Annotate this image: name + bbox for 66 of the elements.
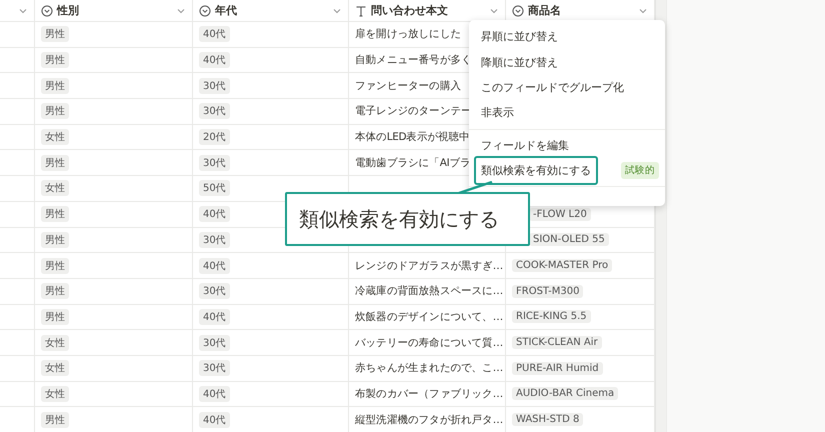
column-title: 性別	[57, 3, 79, 18]
product-tag: RICE-KING 5.5	[512, 310, 591, 324]
callout-label: 類似検索を有効にする	[285, 192, 530, 246]
gender-tag: 男性	[41, 232, 69, 248]
gender-tag: 女性	[41, 334, 69, 351]
inquiry-text: 扉を開けっ放しにした	[355, 27, 462, 42]
column-title: 問い合わせ本文	[371, 3, 448, 18]
product-tag: AUDIO-BAR Cinema	[512, 387, 618, 400]
gender-tag: 男性	[41, 412, 69, 428]
inquiry-text: 炊飯器のデザインについて、…	[355, 310, 503, 324]
age-tag: 40代	[199, 258, 230, 274]
menu-item[interactable]: 類似検索を有効にする	[474, 156, 598, 186]
text-type-icon	[355, 4, 367, 16]
inquiry-text: 布製のカバー（ファブリック…	[355, 386, 503, 401]
inquiry-text: レンジのドアガラスが黒すぎ…	[355, 258, 503, 273]
age-tag: 50代	[199, 180, 230, 196]
select-icon	[41, 4, 53, 16]
age-tag: 30代	[199, 283, 230, 300]
age-tag: 30代	[199, 78, 230, 94]
gender-tag: 女性	[41, 180, 69, 196]
inquiry-text: 本体のLED表示が視聴中	[355, 130, 470, 144]
age-tag: 40代	[199, 308, 230, 325]
gender-tag: 男性	[41, 154, 69, 171]
select-icon	[199, 4, 211, 16]
inquiry-text: 赤ちゃんが生まれたので、こ…	[355, 361, 503, 376]
product-tag: FROST-M300	[512, 284, 584, 298]
age-tag: 30代	[199, 103, 230, 120]
product-tag: SION-OLED 55	[529, 233, 609, 246]
inquiry-text: 縦型洗濯機のフタが折れ戸タ…	[355, 412, 503, 427]
gender-tag: 男性	[41, 26, 69, 42]
column-title: 商品名	[528, 3, 561, 18]
gender-tag: 女性	[41, 129, 69, 146]
age-tag: 30代	[199, 360, 230, 376]
product-tag: PURE-AIR Humid	[512, 362, 603, 375]
product-tag: COOK-MASTER Pro	[512, 259, 612, 272]
age-tag: 20代	[199, 129, 230, 146]
age-tag: 40代	[199, 206, 230, 222]
experimental-badge: 試験的	[621, 162, 659, 180]
column-header[interactable]: 年代	[193, 0, 349, 22]
inquiry-text: 自動メニュー番号が多く	[355, 53, 472, 68]
inquiry-text: 電動歯ブラシに「AIブラ	[355, 156, 470, 170]
product-tag: WASH-STD 8	[512, 413, 584, 426]
gender-tag: 男性	[41, 206, 69, 222]
select-icon	[512, 4, 524, 16]
gender-tag: 男性	[41, 103, 69, 120]
age-tag: 40代	[199, 386, 230, 402]
inquiry-text: ファンヒーターの購入	[355, 78, 462, 93]
inquiry-text: バッテリーの寿命について質…	[355, 336, 503, 350]
age-tag: 40代	[199, 412, 230, 428]
gender-tag: 女性	[41, 360, 69, 376]
column-header[interactable]: 性別	[35, 0, 193, 22]
inquiry-text: 冷蔵庫の背面放熱スペースに…	[355, 284, 503, 298]
product-tag: STICK-CLEAN Air	[512, 336, 602, 350]
gender-tag: 男性	[41, 52, 69, 68]
gender-tag: 男性	[41, 78, 69, 94]
gender-tag: 男性	[41, 308, 69, 325]
age-tag: 30代	[199, 154, 230, 171]
gender-tag: 女性	[41, 386, 69, 402]
age-tag: 30代	[199, 334, 230, 351]
product-tag: -FLOW L20	[529, 208, 591, 221]
gender-tag: 男性	[41, 283, 69, 300]
age-tag: 40代	[199, 26, 230, 42]
gender-tag: 男性	[41, 258, 69, 274]
column-title: 年代	[215, 3, 237, 18]
age-tag: 30代	[199, 232, 230, 248]
age-tag: 40代	[199, 52, 230, 68]
